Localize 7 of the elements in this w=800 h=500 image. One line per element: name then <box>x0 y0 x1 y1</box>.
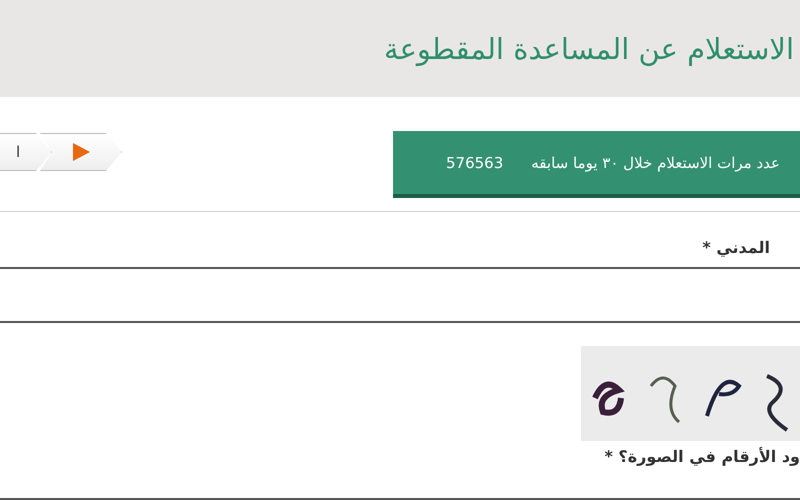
play-icon <box>70 142 90 162</box>
civil-id-label: المدني * <box>701 237 771 259</box>
civil-id-field[interactable] <box>0 267 800 323</box>
stats-count: 576563 <box>446 154 504 172</box>
captcha-label: ود الأرقام في الصورة؟ * <box>604 446 800 466</box>
stats-label: عدد مرات الاستعلام خلال ٣٠ يوما سابقه <box>531 154 780 172</box>
page-title: الاستعلام عن المساعدة المقطوعة <box>384 32 794 66</box>
